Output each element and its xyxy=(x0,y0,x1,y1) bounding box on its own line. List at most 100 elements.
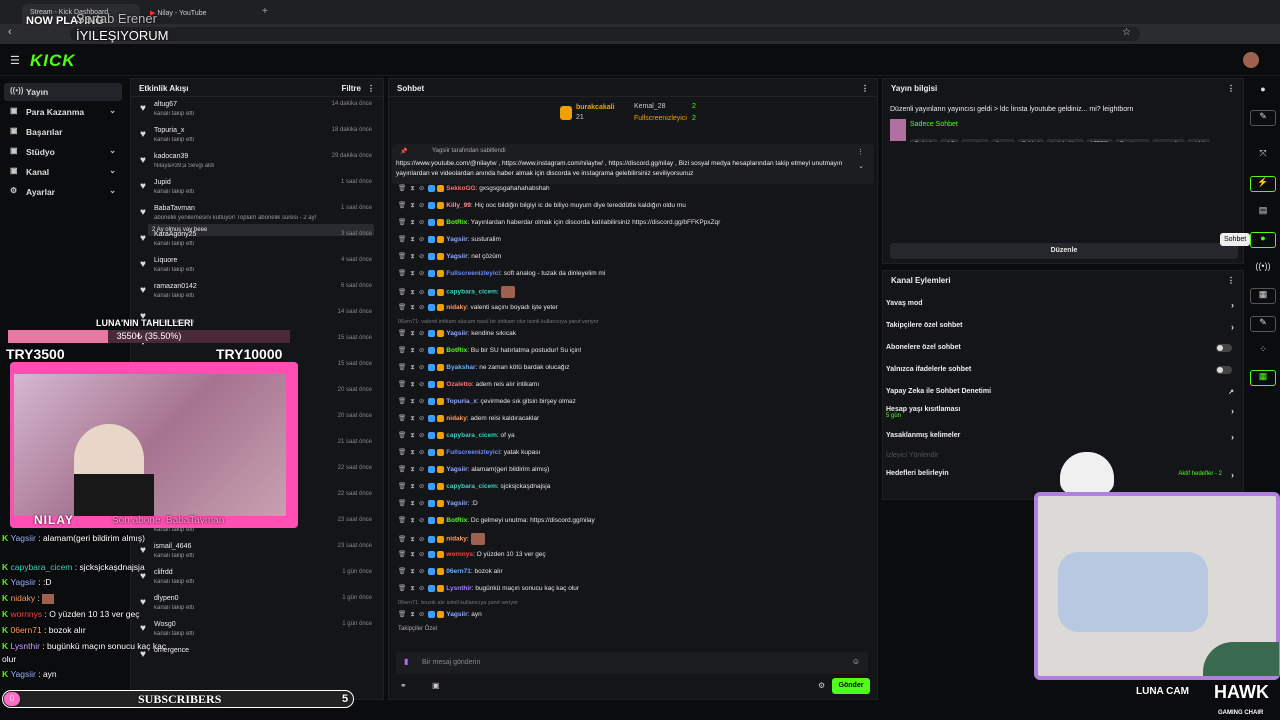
activity-user[interactable]: clifrdd xyxy=(154,569,173,576)
chat-username[interactable]: capybara_cicem xyxy=(446,289,497,296)
chat-bubble-icon[interactable]: ● xyxy=(1250,232,1276,248)
chat-username[interactable]: Ozaletto xyxy=(446,381,472,388)
new-tab-icon[interactable]: + xyxy=(262,6,268,17)
broadcast-icon[interactable]: ((•)) xyxy=(1250,261,1276,277)
chat-message[interactable]: 🗑 ⧗ ⊘ Yagsiir: kendine sıkıcak xyxy=(398,329,868,343)
chat-message[interactable]: 🗑 ⧗ ⊘ BotRix: Bu bir SU hatırlatma postudur… xyxy=(398,346,868,360)
ban-icon[interactable]: ⊘ xyxy=(419,432,424,439)
tag-0[interactable]: Turkish xyxy=(910,139,938,142)
settings-gear-icon[interactable]: ⚙ xyxy=(818,681,825,690)
chat-message[interactable]: 🗑 ⧗ ⊘ capybara_cicem: of ya xyxy=(398,431,868,445)
chat-message[interactable]: 🗑 ⧗ ⊘ 06ern71: bozok alır xyxy=(398,567,868,581)
ban-icon[interactable]: ⊘ xyxy=(419,347,424,354)
timeout-icon[interactable]: ⧗ xyxy=(410,536,415,543)
ban-icon[interactable]: ⊘ xyxy=(419,185,424,192)
delete-icon[interactable]: 🗑 xyxy=(398,568,406,575)
activity-item[interactable]: ♥ dlypen0 kanalı takip etti 1 gün önce xyxy=(138,594,376,620)
bookmark-star-icon[interactable]: ☆ xyxy=(1122,27,1131,38)
activity-item[interactable]: ♥ omergence xyxy=(138,646,376,672)
activity-item[interactable]: ♥ Topuria_x kanalı takip etti 18 dakika önc… xyxy=(138,126,376,152)
tag-4[interactable]: Sohbet xyxy=(1016,139,1045,142)
activity-user[interactable]: Wosg0 xyxy=(154,621,176,628)
chat-message[interactable]: 🗑 ⧗ ⊘ Yagsiir: alamam(geri bildirim almış) xyxy=(398,465,868,479)
chat-message[interactable]: 🗑 ⧗ ⊘ capybara_cicem: xyxy=(398,286,868,300)
chat-message[interactable]: 🗑 ⧗ ⊘ nidaky: xyxy=(398,533,868,547)
delete-icon[interactable]: 🗑 xyxy=(398,398,406,405)
top-giver-2[interactable]: Kemal_28 xyxy=(634,103,666,110)
timeout-icon[interactable]: ⧗ xyxy=(410,483,415,490)
delete-icon[interactable]: 🗑 xyxy=(398,432,406,439)
tag-2[interactable]: gaming xyxy=(961,139,990,142)
activity-item[interactable]: ♥ clifrdd kanalı takip etti 1 gün önce xyxy=(138,568,376,594)
chat-username[interactable]: Byakshar xyxy=(446,364,475,371)
activity-item[interactable]: ♥ altug67 kanalı takip etti 14 dakika önce xyxy=(138,100,376,126)
delete-icon[interactable]: 🗑 xyxy=(398,381,406,388)
ban-icon[interactable]: ⊘ xyxy=(419,381,424,388)
expand-icon[interactable]: ⤧ xyxy=(1250,148,1276,164)
activity-user[interactable]: altug67 xyxy=(154,101,177,108)
chat-message[interactable]: 🗑 ⧗ ⊘ Yagsiir: net çözüm xyxy=(398,252,868,266)
ban-icon[interactable]: ⊘ xyxy=(419,398,424,405)
tag-3[interactable]: funny xyxy=(991,139,1015,142)
timeout-icon[interactable]: ⧗ xyxy=(410,551,415,558)
tag-7[interactable]: Frontpage xyxy=(1115,139,1151,142)
chat-message[interactable]: 🗑 ⧗ ⊘ SekkoGG: gxsgsgsgahahahabshah xyxy=(398,184,868,198)
timeout-icon[interactable]: ⧗ xyxy=(410,185,415,192)
ban-icon[interactable]: ⊘ xyxy=(419,253,424,260)
sidebar-item-kanal[interactable]: ▣ Kanal ⌄ xyxy=(4,163,122,181)
chat-username[interactable]: Yagsiir xyxy=(446,466,467,473)
delete-icon[interactable]: 🗑 xyxy=(398,270,406,277)
more-icon[interactable]: ⋮ xyxy=(857,148,864,156)
ban-icon[interactable]: ⊘ xyxy=(419,517,424,524)
timeout-icon[interactable]: ⧗ xyxy=(410,253,415,260)
delete-icon[interactable]: 🗑 xyxy=(398,415,406,422)
kick-logo[interactable]: KICK xyxy=(30,51,76,71)
ban-icon[interactable]: ⊘ xyxy=(419,289,424,296)
activity-user[interactable]: ramazan0142 xyxy=(154,283,197,290)
chat-username[interactable]: nidaky xyxy=(446,415,467,422)
back-icon[interactable]: ‹ xyxy=(8,26,12,38)
activity-user[interactable]: BabaTavman xyxy=(154,205,195,212)
ban-icon[interactable]: ⊘ xyxy=(419,568,424,575)
delete-icon[interactable]: 🗑 xyxy=(398,347,406,354)
activity-item[interactable]: ♥ ismail_4646 kanalı takip etti 23 saat önc… xyxy=(138,542,376,568)
avatar[interactable] xyxy=(1243,52,1259,68)
chat-username[interactable]: Yagsiir xyxy=(446,611,467,618)
timeout-icon[interactable]: ⧗ xyxy=(410,364,415,371)
sidebar-item-studyo[interactable]: ▣ Stüdyo ⌄ xyxy=(4,143,122,161)
chat-input-box[interactable]: ▮ Bir mesaj gönderin ☺ xyxy=(396,652,868,674)
channel-action-item[interactable]: Takipçilere özel sohbet › xyxy=(886,322,1242,342)
tag-5[interactable]: justchatting xyxy=(1046,139,1085,142)
delete-icon[interactable]: 🗑 xyxy=(398,219,406,226)
delete-icon[interactable]: 🗑 xyxy=(398,611,406,618)
delete-icon[interactable]: 🗑 xyxy=(398,517,406,524)
channel-action-item[interactable]: Hesap yaşı kısıtlaması 5 gün › xyxy=(886,406,1242,426)
chat-username[interactable]: nidaky xyxy=(446,536,467,543)
filter-button[interactable]: Filtre xyxy=(341,84,361,93)
ban-icon[interactable]: ⊘ xyxy=(419,330,424,337)
timeout-icon[interactable]: ⧗ xyxy=(410,398,415,405)
chat-username[interactable]: BotRix xyxy=(446,219,467,226)
ban-icon[interactable]: ⊘ xyxy=(419,236,424,243)
wrench-icon[interactable]: ✎ xyxy=(1250,316,1276,332)
timeout-icon[interactable]: ⧗ xyxy=(410,500,415,507)
timeout-icon[interactable]: ⧗ xyxy=(410,415,415,422)
activity-user[interactable]: Liquore xyxy=(154,257,177,264)
activity-user[interactable]: KaraAgony25 xyxy=(154,231,196,238)
ban-icon[interactable]: ⊘ xyxy=(419,466,424,473)
timeout-icon[interactable]: ⧗ xyxy=(410,568,415,575)
ban-icon[interactable]: ⊘ xyxy=(419,536,424,543)
link-icon[interactable]: ⚭ xyxy=(400,681,407,690)
chat-message[interactable]: 🗑 ⧗ ⊘ Yagsiir: ayn xyxy=(398,610,868,624)
more-icon[interactable]: ⋮ xyxy=(1227,276,1235,285)
chat-username[interactable]: Fullscreenizleyici xyxy=(446,449,500,456)
chat-username[interactable]: SekkoGG xyxy=(446,185,475,192)
timeout-icon[interactable]: ⧗ xyxy=(410,202,415,209)
channel-action-item[interactable]: Yasaklanmış kelimeler › xyxy=(886,432,1242,452)
chat-message[interactable]: 🗑 ⧗ ⊘ Fullscreenizleyici: soft analog - tuz… xyxy=(398,269,868,283)
delete-icon[interactable]: 🗑 xyxy=(398,253,406,260)
ban-icon[interactable]: ⊘ xyxy=(419,219,424,226)
timeout-icon[interactable]: ⧗ xyxy=(410,466,415,473)
delete-icon[interactable]: 🗑 xyxy=(398,466,406,473)
sidebar-item-ayarlar[interactable]: ⚙ Ayarlar ⌄ xyxy=(4,183,122,201)
